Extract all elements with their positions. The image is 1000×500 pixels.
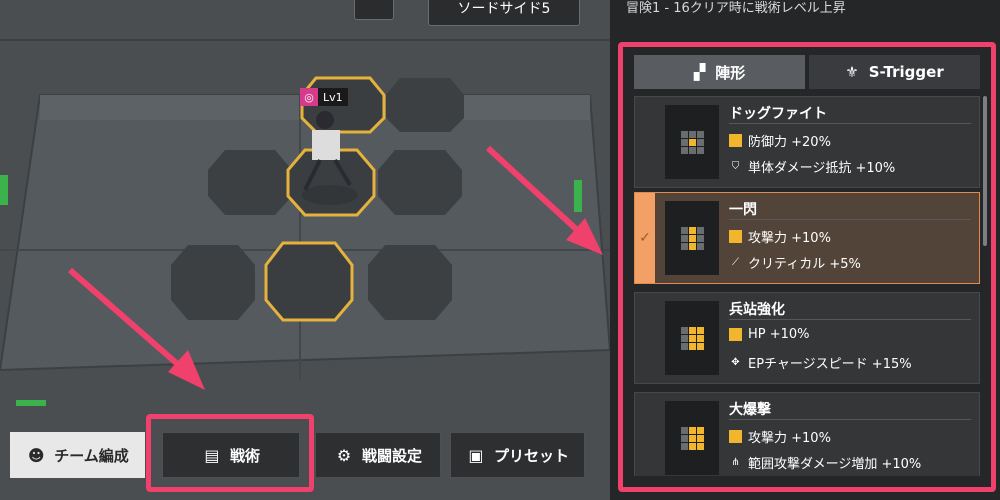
formation-stat-1: HP +10% [729, 327, 810, 342]
team-icon: ☻ [27, 445, 45, 465]
formation-stat-2: ⛉ 単体ダメージ抵抗 +10% [729, 157, 896, 176]
sword-icon: ⟋ [732, 257, 739, 268]
formation-icon: ▞ [693, 63, 706, 81]
formation-card-selected[interactable]: ✓ 一閃 攻撃力 +10% ⟋ クリティカル +5% [634, 192, 980, 284]
s-trigger-icon: ⚜ [845, 63, 859, 81]
team-formation-label: チーム編成 [54, 446, 129, 465]
stat-text: EPチャージスピード +15% [748, 357, 912, 372]
tactics-button[interactable]: ▤ 戦術 [162, 432, 300, 478]
tab-formation[interactable]: ▞ 陣形 [634, 55, 805, 89]
stat-text: 単体ダメージ抵抗 +10% [748, 161, 896, 176]
tactics-icon: ▤ [204, 445, 220, 465]
preset-button[interactable]: ▣ プリセット [450, 432, 585, 478]
formation-stat-1: 攻撃力 +10% [729, 227, 831, 246]
stat-square-icon [729, 230, 742, 243]
formation-name: 兵站強化 [729, 302, 785, 318]
stat-text: 攻撃力 +10% [748, 431, 831, 446]
preset-icon: ▣ [468, 445, 484, 465]
stat-text: 防御力 +20% [748, 135, 831, 150]
unit-level-tag: ◎ Lv1 [300, 88, 348, 106]
stat-text: 攻撃力 +10% [748, 231, 831, 246]
tab-formation-label: 陣形 [715, 63, 746, 82]
tab-s-trigger[interactable]: ⚜ S-Trigger [809, 55, 980, 89]
unit-level: Lv1 [323, 90, 343, 104]
panel-tabs: ▞ 陣形 ⚜ S-Trigger [634, 55, 980, 89]
menu-button[interactable] [354, 0, 394, 20]
stat-text: 範囲攻撃ダメージ増加 +10% [748, 457, 922, 472]
formation-name: ドッグファイト [729, 106, 827, 122]
formation-stat-2: ⋔ 範囲攻撃ダメージ増加 +10% [729, 453, 921, 472]
battle-field: ソードサイド5 ◎ Lv1 ☻ チーム編成 ▤ 戦術 ⚙ 戦闘設定 ▣ プリセッ… [0, 0, 610, 500]
stat-square-icon [729, 430, 742, 443]
battle-settings-icon: ⚙ [336, 445, 352, 465]
bottom-toolbar: ☻ チーム編成 ▤ 戦術 ⚙ 戦闘設定 ▣ プリセット [0, 432, 610, 500]
team-name-tab[interactable]: ソードサイド5 [428, 0, 580, 26]
formation-thumbnail [665, 401, 719, 475]
tactics-label: 戦術 [229, 446, 260, 465]
target-icon: ◎ [300, 88, 318, 106]
preset-label: プリセット [493, 446, 569, 465]
formation-list: ドッグファイト 防御力 +20% ⛉ 単体ダメージ抵抗 +10% ✓ 一閃 攻撃力… [634, 96, 980, 476]
area-attack-icon: ⋔ [731, 457, 740, 468]
stat-square-icon [729, 134, 742, 147]
team-formation-button[interactable]: ☻ チーム編成 [10, 432, 145, 478]
floor-grid [0, 0, 610, 500]
formation-stat-2: ✥ EPチャージスピード +15% [729, 353, 912, 372]
shield-icon: ⛉ [731, 161, 740, 172]
checkmark-icon: ✓ [635, 193, 655, 283]
formation-card[interactable]: 大爆撃 攻撃力 +10% ⋔ 範囲攻撃ダメージ増加 +10% [634, 392, 980, 476]
panel-scrollbar[interactable] [983, 96, 987, 246]
stat-square-icon [729, 328, 742, 341]
formation-stat-1: 攻撃力 +10% [729, 427, 831, 446]
tab-s-trigger-label: S-Trigger [868, 63, 944, 81]
formation-stat-1: 防御力 +20% [729, 131, 831, 150]
formation-stat-2: ⟋ クリティカル +5% [729, 253, 861, 272]
stat-text: クリティカル +5% [748, 257, 861, 272]
formation-thumbnail [665, 105, 719, 179]
formation-name: 大爆撃 [729, 402, 771, 418]
formation-thumbnail [665, 201, 719, 275]
battle-settings-button[interactable]: ⚙ 戦闘設定 [315, 432, 441, 478]
formation-thumbnail [665, 301, 719, 375]
stat-text: HP +10% [748, 327, 810, 342]
panel-header: 冒険1 - 16クリア時に戦術レベル上昇 [626, 1, 846, 16]
formation-card[interactable]: ドッグファイト 防御力 +20% ⛉ 単体ダメージ抵抗 +10% [634, 96, 980, 188]
battle-settings-label: 戦闘設定 [361, 446, 422, 465]
ep-charge-icon: ✥ [731, 357, 740, 368]
formation-name: 一閃 [729, 202, 757, 218]
formation-card[interactable]: 兵站強化 HP +10% ✥ EPチャージスピード +15% [634, 292, 980, 384]
